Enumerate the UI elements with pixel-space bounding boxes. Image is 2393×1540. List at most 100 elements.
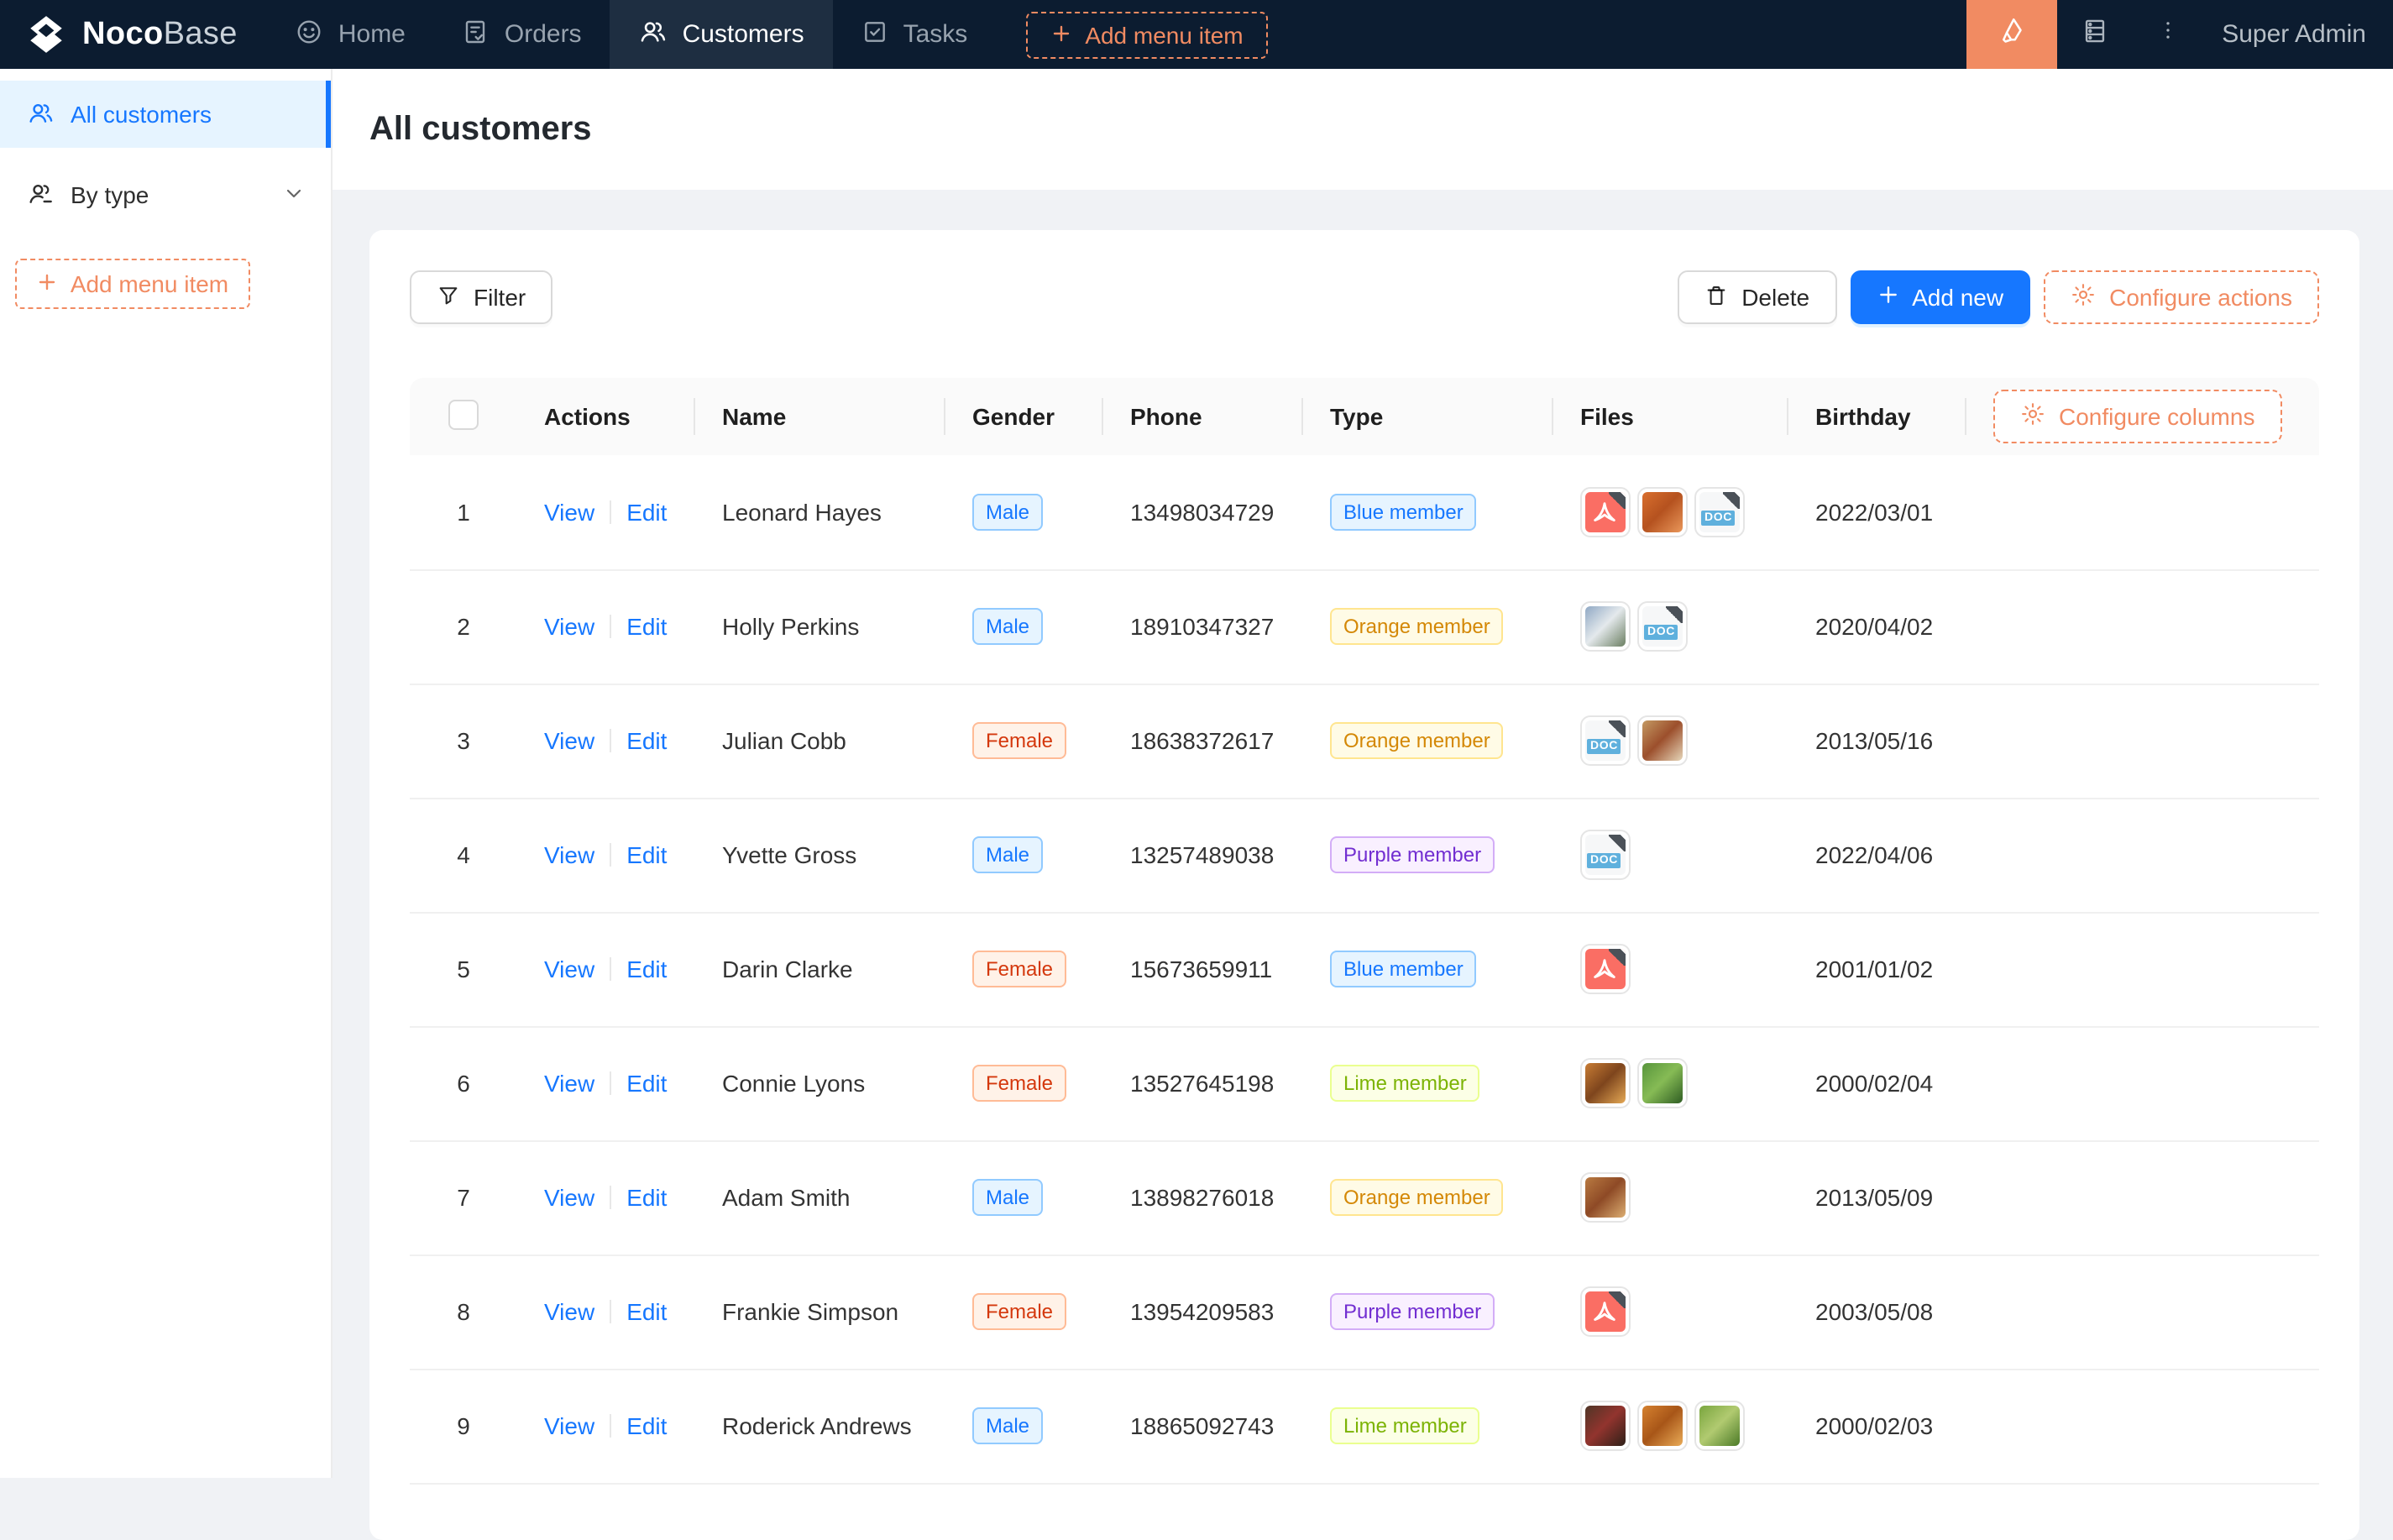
sidebar-item-label: All customers [71, 101, 212, 128]
customer-birthday: 2022/03/01 [1788, 455, 1966, 569]
brand-text: NocoBase [82, 16, 238, 53]
smile-icon [296, 18, 323, 51]
file-image-thumbnail[interactable] [1580, 1172, 1631, 1223]
nocobase-logo[interactable]: NocoBase [0, 0, 268, 69]
type-tag: Purple member [1330, 1293, 1495, 1330]
view-link[interactable]: View [544, 613, 594, 640]
edit-link[interactable]: Edit [626, 1412, 667, 1439]
doc-label: DOC [1587, 853, 1621, 868]
file-doc-thumbnail[interactable]: DOC [1637, 601, 1688, 652]
row-index: 6 [457, 1070, 470, 1097]
file-image-thumbnail[interactable] [1580, 601, 1631, 652]
sidebar-item-by-type[interactable]: By type [0, 161, 331, 228]
header-birthday: Birthday [1788, 378, 1966, 455]
nav-item-tasks[interactable]: Tasks [833, 0, 997, 69]
file-image-thumbnail[interactable] [1580, 1401, 1631, 1451]
gender-tag: Male [972, 836, 1043, 873]
file-image-thumbnail[interactable] [1694, 1401, 1745, 1451]
view-link[interactable]: View [544, 727, 594, 754]
row-index: 3 [457, 727, 470, 754]
edit-link[interactable]: Edit [626, 841, 667, 868]
table-row: 3 View Edit Julian Cobb Female 1863837261… [410, 684, 2319, 798]
nav-add-menu-item-button[interactable]: Add menu item [1026, 11, 1268, 58]
sidebar-add-menu-item-button[interactable]: Add menu item [15, 259, 250, 309]
file-image-thumbnail[interactable] [1637, 487, 1688, 537]
people-icon [639, 17, 668, 52]
edit-link[interactable]: Edit [626, 1070, 667, 1097]
customer-birthday: 2013/05/16 [1788, 684, 1966, 798]
delete-button[interactable]: Delete [1678, 270, 1836, 324]
edit-link[interactable]: Edit [626, 727, 667, 754]
table-header-row: Actions Name Gender Phone Type Files Bir… [410, 378, 2319, 455]
sidebar-item-all-customers[interactable]: All customers [0, 81, 331, 148]
file-image-thumbnail[interactable] [1637, 715, 1688, 766]
view-link[interactable]: View [544, 841, 594, 868]
customer-name: Holly Perkins [695, 569, 945, 684]
plugin-manager-button[interactable] [2057, 0, 2131, 69]
select-all-checkbox[interactable] [448, 399, 479, 429]
content-area: Filter Delete Add new [333, 190, 2393, 1478]
view-link[interactable]: View [544, 1184, 594, 1211]
configure-columns-button[interactable]: Configure columns [1993, 390, 2281, 443]
file-image-thumbnail[interactable] [1580, 1058, 1631, 1108]
link-divider [610, 957, 611, 981]
toolbar-right-group: Delete Add new Configure actions [1678, 270, 2319, 324]
gender-tag: Female [972, 722, 1066, 759]
kebab-menu-icon [2156, 18, 2180, 50]
sidebar-item-label: By type [71, 181, 149, 208]
edit-link[interactable]: Edit [626, 499, 667, 526]
sidebar: All customers By type Add menu item [0, 69, 333, 1478]
file-doc-thumbnail[interactable]: DOC [1580, 715, 1631, 766]
page-title: All customers [369, 110, 592, 149]
files-cell [1580, 1286, 1762, 1337]
customer-birthday: 2000/02/03 [1788, 1369, 1966, 1483]
file-image-thumbnail[interactable] [1637, 1401, 1688, 1451]
people-group-icon [27, 179, 54, 211]
highlighter-icon [1997, 15, 2027, 54]
brand-bold: Noco [82, 16, 164, 51]
nav-item-home[interactable]: Home [268, 0, 434, 69]
customer-phone: 18638372617 [1103, 684, 1303, 798]
table-row: 5 ViewEdit Darin Clarke Female 156736599… [410, 912, 2319, 1026]
more-actions-button[interactable] [2131, 0, 2205, 69]
file-pdf-thumbnail[interactable] [1580, 1286, 1631, 1337]
edit-link[interactable]: Edit [626, 1184, 667, 1211]
table-row: 4 ViewEdit Yvette Gross Male 13257489038… [410, 798, 2319, 912]
filter-label: Filter [474, 284, 526, 311]
filter-funnel-icon [437, 283, 460, 312]
file-doc-thumbnail[interactable]: DOC [1580, 830, 1631, 880]
nav-item-customers[interactable]: Customers [610, 0, 833, 69]
edit-link[interactable]: Edit [626, 613, 667, 640]
gear-icon [2020, 401, 2045, 432]
row-index: 1 [457, 499, 470, 526]
view-link[interactable]: View [544, 499, 594, 526]
doc-label: DOC [1701, 511, 1736, 526]
add-new-button[interactable]: Add new [1850, 270, 2030, 324]
view-link[interactable]: View [544, 1412, 594, 1439]
view-link[interactable]: View [544, 1070, 594, 1097]
edit-link[interactable]: Edit [626, 1298, 667, 1325]
gender-tag: Male [972, 608, 1043, 645]
view-link[interactable]: View [544, 1298, 594, 1325]
gender-tag: Female [972, 1293, 1066, 1330]
file-pdf-thumbnail[interactable] [1580, 944, 1631, 994]
files-cell [1580, 1401, 1762, 1451]
table-row: 7 ViewEdit Adam Smith Male 13898276018 O… [410, 1140, 2319, 1255]
customer-name: Julian Cobb [695, 684, 945, 798]
files-cell: DOC [1580, 715, 1762, 766]
filter-button[interactable]: Filter [410, 270, 552, 324]
app-root: NocoBase Home Orders Customers Tasks Add… [0, 0, 2393, 1478]
file-image-thumbnail[interactable] [1637, 1058, 1688, 1108]
link-divider [610, 843, 611, 867]
view-link[interactable]: View [544, 956, 594, 982]
edit-link[interactable]: Edit [626, 956, 667, 982]
configure-actions-button[interactable]: Configure actions [2044, 270, 2319, 324]
type-tag: Lime member [1330, 1407, 1480, 1444]
nav-item-orders[interactable]: Orders [434, 0, 610, 69]
file-doc-thumbnail[interactable]: DOC [1694, 487, 1745, 537]
file-pdf-thumbnail[interactable] [1580, 487, 1631, 537]
user-menu[interactable]: Super Admin [2205, 0, 2393, 69]
trash-icon [1704, 283, 1728, 312]
header-files: Files [1553, 378, 1788, 455]
ui-editor-button[interactable] [1966, 0, 2057, 69]
